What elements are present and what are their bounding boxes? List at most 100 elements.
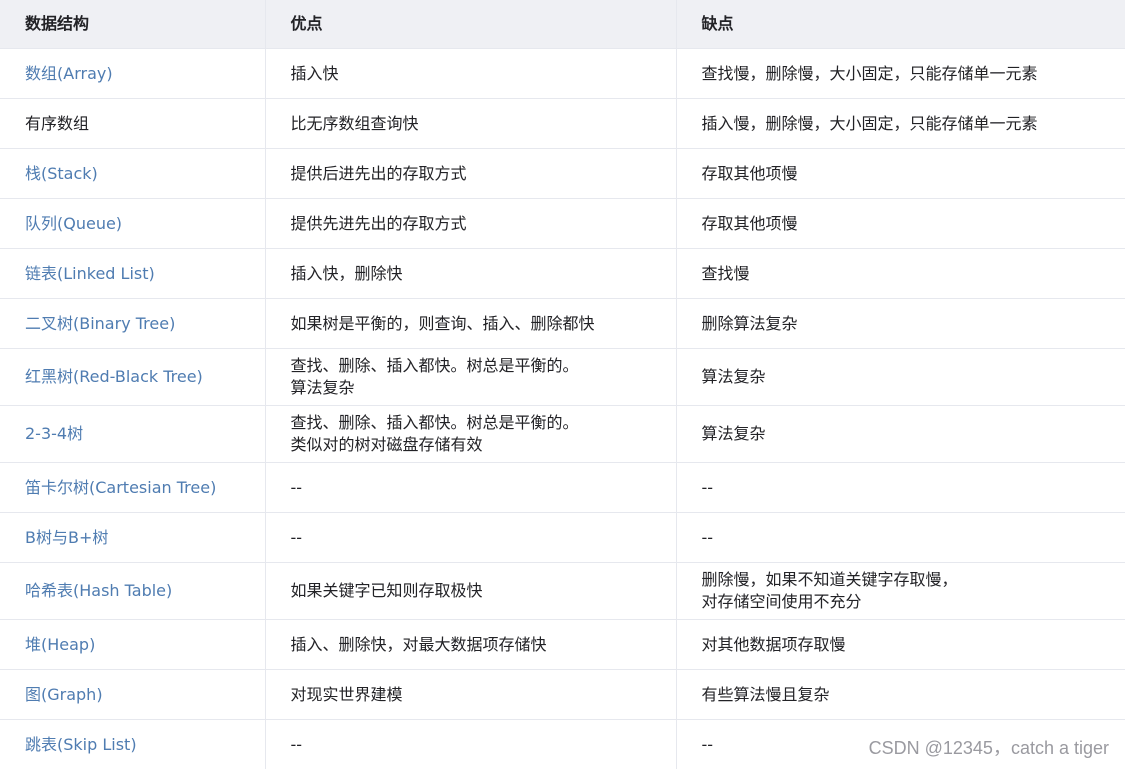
cons-cell: -- bbox=[675, 462, 1125, 513]
cons-cell: 查找慢，删除慢，大小固定，只能存储单一元素 bbox=[675, 48, 1125, 99]
structure-name-link[interactable]: 二叉树(Binary Tree) bbox=[0, 298, 266, 349]
table-row: 数组(Array) 插入快 查找慢，删除慢，大小固定，只能存储单一元素 bbox=[0, 48, 1125, 99]
structure-name[interactable]: B树与B+树 bbox=[25, 527, 264, 549]
cons-text: -- bbox=[701, 477, 714, 497]
structure-name-cell: 有序数组 bbox=[0, 98, 266, 149]
cons-cell: 查找慢 bbox=[675, 248, 1125, 299]
cons-cell: 有些算法慢且复杂 bbox=[675, 669, 1125, 720]
pros-text: -- bbox=[290, 527, 303, 547]
cons-text: 存取其他项慢 bbox=[701, 163, 798, 183]
pros-cell: 提供后进先出的存取方式 bbox=[264, 148, 677, 199]
pros-cell: 对现实世界建模 bbox=[264, 669, 677, 720]
structure-name-link[interactable]: 2-3-4树 bbox=[0, 405, 266, 463]
cons-cell: 删除算法复杂 bbox=[675, 298, 1125, 349]
pros-cell: 比无序数组查询快 bbox=[264, 98, 677, 149]
table-row: 红黑树(Red-Black Tree) 查找、删除、插入都快。树总是平衡的。 算… bbox=[0, 348, 1125, 406]
pros-text: 对现实世界建模 bbox=[290, 684, 403, 704]
pros-text: 插入、删除快，对最大数据项存储快 bbox=[290, 634, 547, 654]
cons-cell: -- bbox=[675, 512, 1125, 563]
table-row: 图(Graph) 对现实世界建模 有些算法慢且复杂 bbox=[0, 669, 1125, 720]
cons-cell: 插入慢，删除慢，大小固定，只能存储单一元素 bbox=[675, 98, 1125, 149]
pros-text: 插入快 bbox=[290, 63, 339, 83]
pros-text: 查找、删除、插入都快。树总是平衡的。 类似对的树对磁盘存储有效 bbox=[290, 413, 579, 454]
structure-name-link[interactable]: 数组(Array) bbox=[0, 48, 266, 99]
data-structure-comparison-table: 数据结构 优点 缺点 数组(Array) 插入快 查找慢，删除慢，大小固定，只能… bbox=[0, 0, 1125, 769]
pros-cell: -- bbox=[264, 462, 677, 513]
cons-cell: 存取其他项慢 bbox=[675, 148, 1125, 199]
structure-name[interactable]: 图(Graph) bbox=[25, 684, 264, 706]
structure-name[interactable]: 红黑树(Red-Black Tree) bbox=[25, 366, 264, 388]
table-row: 队列(Queue) 提供先进先出的存取方式 存取其他项慢 bbox=[0, 198, 1125, 249]
pros-text: -- bbox=[290, 477, 303, 497]
structure-name-link[interactable]: B树与B+树 bbox=[0, 512, 266, 563]
pros-text: 查找、删除、插入都快。树总是平衡的。 算法复杂 bbox=[290, 356, 579, 397]
cons-text: 算法复杂 bbox=[701, 367, 766, 386]
structure-name: 有序数组 bbox=[25, 113, 90, 133]
cons-text: 算法复杂 bbox=[701, 424, 766, 443]
pros-cell: 查找、删除、插入都快。树总是平衡的。 类似对的树对磁盘存储有效 bbox=[264, 405, 677, 463]
cons-text: 对其他数据项存取慢 bbox=[701, 634, 846, 654]
structure-name[interactable]: 笛卡尔树(Cartesian Tree) bbox=[25, 477, 264, 499]
cons-text: 查找慢 bbox=[701, 263, 750, 283]
structure-name-link[interactable]: 栈(Stack) bbox=[0, 148, 266, 199]
structure-name-link[interactable]: 红黑树(Red-Black Tree) bbox=[0, 348, 266, 406]
pros-text: 比无序数组查询快 bbox=[290, 113, 419, 133]
cons-text: 查找慢，删除慢，大小固定，只能存储单一元素 bbox=[701, 63, 1038, 83]
pros-cell: 如果关键字已知则存取极快 bbox=[264, 562, 677, 620]
cons-cell: 算法复杂 bbox=[675, 348, 1125, 406]
pros-text: 提供后进先出的存取方式 bbox=[290, 163, 467, 183]
structure-name-link[interactable]: 哈希表(Hash Table) bbox=[0, 562, 266, 620]
table-row: 栈(Stack) 提供后进先出的存取方式 存取其他项慢 bbox=[0, 148, 1125, 199]
pros-text: 如果关键字已知则存取极快 bbox=[290, 581, 483, 600]
structure-name-link[interactable]: 跳表(Skip List) bbox=[0, 719, 266, 769]
cons-cell: 存取其他项慢 bbox=[675, 198, 1125, 249]
pros-cell: 提供先进先出的存取方式 bbox=[264, 198, 677, 249]
header-structure: 数据结构 bbox=[0, 0, 266, 49]
structure-name[interactable]: 哈希表(Hash Table) bbox=[25, 580, 264, 602]
pros-cell: 插入快，删除快 bbox=[264, 248, 677, 299]
table-row: 堆(Heap) 插入、删除快，对最大数据项存储快 对其他数据项存取慢 bbox=[0, 619, 1125, 670]
pros-text: -- bbox=[290, 734, 303, 754]
table-row: 有序数组 比无序数组查询快 插入慢，删除慢，大小固定，只能存储单一元素 bbox=[0, 98, 1125, 149]
structure-name-link[interactable]: 图(Graph) bbox=[0, 669, 266, 720]
header-row: 数据结构 优点 缺点 bbox=[0, 0, 1125, 49]
cons-cell: 算法复杂 bbox=[675, 405, 1125, 463]
structure-name-link[interactable]: 堆(Heap) bbox=[0, 619, 266, 670]
structure-name[interactable]: 二叉树(Binary Tree) bbox=[25, 313, 264, 335]
structure-name[interactable]: 跳表(Skip List) bbox=[25, 734, 264, 756]
cons-text: 删除慢，如果不知道关键字存取慢， 对存储空间使用不充分 bbox=[701, 570, 958, 611]
structure-name[interactable]: 2-3-4树 bbox=[25, 423, 264, 445]
pros-cell: 插入、删除快，对最大数据项存储快 bbox=[264, 619, 677, 670]
pros-text: 插入快，删除快 bbox=[290, 263, 403, 283]
structure-name[interactable]: 链表(Linked List) bbox=[25, 263, 264, 285]
table-row: B树与B+树 -- -- bbox=[0, 512, 1125, 563]
cons-text: 有些算法慢且复杂 bbox=[701, 684, 830, 704]
structure-name-link[interactable]: 链表(Linked List) bbox=[0, 248, 266, 299]
header-pros: 优点 bbox=[264, 0, 677, 49]
pros-cell: 如果树是平衡的，则查询、插入、删除都快 bbox=[264, 298, 677, 349]
cons-text: 删除算法复杂 bbox=[701, 313, 798, 333]
pros-cell: -- bbox=[264, 719, 677, 769]
structure-name-link[interactable]: 队列(Queue) bbox=[0, 198, 266, 249]
structure-name[interactable]: 队列(Queue) bbox=[25, 213, 264, 235]
cons-text: -- bbox=[701, 527, 714, 547]
pros-cell: 查找、删除、插入都快。树总是平衡的。 算法复杂 bbox=[264, 348, 677, 406]
structure-name-link[interactable]: 笛卡尔树(Cartesian Tree) bbox=[0, 462, 266, 513]
structure-name[interactable]: 数组(Array) bbox=[25, 63, 264, 85]
csdn-watermark: CSDN @12345，catch a tiger bbox=[868, 738, 1109, 758]
table-row: 链表(Linked List) 插入快，删除快 查找慢 bbox=[0, 248, 1125, 299]
table-row: 2-3-4树 查找、删除、插入都快。树总是平衡的。 类似对的树对磁盘存储有效 算… bbox=[0, 405, 1125, 463]
pros-cell: 插入快 bbox=[264, 48, 677, 99]
pros-text: 提供先进先出的存取方式 bbox=[290, 213, 467, 233]
structure-name[interactable]: 栈(Stack) bbox=[25, 163, 264, 185]
structure-name[interactable]: 堆(Heap) bbox=[25, 634, 264, 656]
header-cons: 缺点 bbox=[675, 0, 1125, 49]
table-body: 数组(Array) 插入快 查找慢，删除慢，大小固定，只能存储单一元素 有序数组… bbox=[0, 48, 1125, 769]
pros-text: 如果树是平衡的，则查询、插入、删除都快 bbox=[290, 313, 595, 333]
pros-cell: -- bbox=[264, 512, 677, 563]
table-row: 笛卡尔树(Cartesian Tree) -- -- bbox=[0, 462, 1125, 513]
table-row: 二叉树(Binary Tree) 如果树是平衡的，则查询、插入、删除都快 删除算… bbox=[0, 298, 1125, 349]
cons-cell: 对其他数据项存取慢 bbox=[675, 619, 1125, 670]
page: 数据结构 优点 缺点 数组(Array) 插入快 查找慢，删除慢，大小固定，只能… bbox=[0, 0, 1125, 770]
cons-text: 插入慢，删除慢，大小固定，只能存储单一元素 bbox=[701, 113, 1038, 133]
